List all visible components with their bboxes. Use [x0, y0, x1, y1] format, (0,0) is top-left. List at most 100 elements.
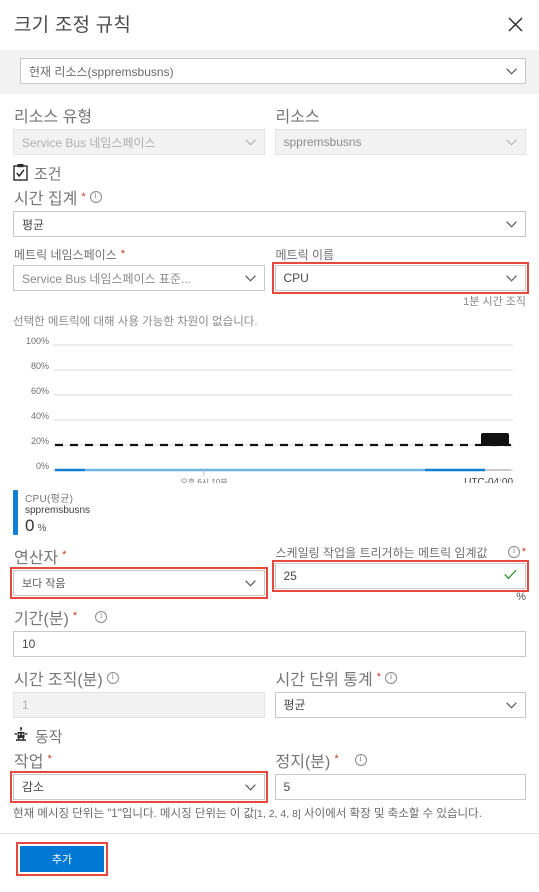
operator-highlight: 보다 작음 — [10, 566, 267, 599]
action-section-title: 동작 — [35, 728, 63, 746]
operation-label: 작업 * — [14, 748, 265, 772]
operator-label: 연산자 * — [14, 544, 265, 568]
metric-name-group: 메트릭 이름 CPU 1분 시간 조직 — [271, 246, 529, 309]
required-asterisk: * — [521, 545, 526, 558]
resource-label: 리소스 — [275, 109, 320, 126]
chevron-down-icon — [244, 780, 256, 794]
legend-series-name: CPU(평균) — [25, 494, 74, 505]
required-asterisk: * — [334, 753, 339, 766]
required-asterisk: * — [62, 549, 67, 562]
duration-label-text: 기간(분) — [14, 610, 69, 628]
info-icon[interactable] — [106, 671, 119, 684]
legend-unit: % — [37, 523, 47, 534]
time-grain-input: 1 — [13, 691, 265, 718]
robot-icon — [13, 726, 29, 746]
required-asterisk: * — [72, 610, 78, 623]
duration-input[interactable]: 10 — [13, 630, 526, 657]
info-icon[interactable] — [89, 190, 102, 203]
operation-select[interactable]: 감소 — [13, 773, 265, 800]
time-aggregation-label: 시간 집계 * — [14, 185, 526, 209]
blade-header: 크기 조정 규칙 — [0, 0, 539, 50]
add-button[interactable]: 추가 — [20, 845, 104, 872]
messaging-units-note-range: [1, 2, 4, 8] — [254, 807, 301, 820]
threshold-value: 25 — [283, 568, 297, 583]
required-asterisk: * — [376, 671, 381, 684]
resource-type-select: Service Bus 네임스페이스 — [13, 129, 265, 155]
operator-select[interactable]: 보다 작음 — [13, 569, 265, 596]
chevron-down-icon — [506, 64, 517, 78]
dimension-note: 선택한 메트릭에 대해 사용 가능한 차원이 없습니다. — [13, 316, 258, 328]
info-icon[interactable] — [354, 753, 367, 766]
operator-group: 연산자 * 보다 작음 — [10, 544, 267, 603]
cooldown-group: 정지(분) * 5 — [274, 748, 527, 800]
chevron-down-icon — [244, 271, 256, 285]
chevron-down-icon — [506, 698, 517, 712]
resource-row: 리소스 유형 Service Bus 네임스페이스 리소스 sppremsbus… — [13, 103, 526, 155]
close-button[interactable] — [501, 10, 529, 38]
operation-label-text: 작업 — [14, 753, 44, 771]
chevron-down-icon — [244, 135, 256, 149]
operator-label-text: 연산자 — [14, 549, 59, 567]
resource-select: sppremsbusns — [274, 129, 526, 155]
legend-value-row: 0 % — [25, 517, 90, 535]
resource-type-value: Service Bus 네임스페이스 — [22, 135, 156, 150]
svg-text:80%: 80% — [31, 361, 49, 371]
chart-x-tick-label: 오후 6시 10분 — [180, 478, 227, 483]
required-asterisk: * — [81, 190, 86, 203]
chevron-down-icon — [506, 217, 517, 231]
clipboard-check-icon — [13, 163, 28, 184]
cooldown-value: 5 — [283, 779, 291, 794]
chart-gridlines — [53, 344, 513, 471]
operation-highlight: 감소 — [10, 770, 267, 803]
legend-resource-name: sppremsbusns — [25, 505, 91, 516]
svg-text:60%: 60% — [31, 386, 49, 396]
metric-name-select[interactable]: CPU — [274, 265, 526, 291]
time-aggregation-label-text: 시간 집계 — [14, 191, 78, 208]
svg-text:100%: 100% — [26, 336, 49, 346]
info-icon[interactable] — [385, 671, 397, 684]
cooldown-label: 정지(분) * — [276, 748, 527, 772]
add-button-highlight: 추가 — [16, 841, 108, 876]
time-grain-group: 시간 조직(분) 1 — [13, 666, 265, 718]
chevron-down-icon — [244, 576, 256, 590]
time-grain-stat-select[interactable]: 평균 — [274, 691, 526, 718]
resource-group: 리소스 sppremsbusns — [274, 103, 526, 155]
info-icon[interactable] — [508, 545, 520, 559]
threshold-label: 스케일링 작업을 트리거하는 메트릭 임계값 * — [276, 544, 527, 561]
cooldown-input[interactable]: 5 — [274, 773, 526, 800]
criteria-section-header: 조건 — [13, 163, 526, 184]
time-aggregation-group: 시간 집계 * 평균 — [13, 185, 526, 237]
metric-namespace-group: 메트릭 네임스페이스 * Service Bus 네임스페이스 표준... — [13, 246, 265, 309]
chevron-down-icon — [506, 135, 517, 149]
metric-namespace-select[interactable]: Service Bus 네임스페이스 표준... — [13, 265, 265, 291]
cooldown-label-text: 정지(분) — [275, 753, 331, 771]
messaging-units-note: 현재 메시징 단위는 "1"입니다. 메시징 단위는 이 값[1, 2, 4, … — [13, 806, 526, 823]
metric-namespace-label-text: 메트릭 네임스페이스 — [14, 248, 117, 262]
operator-threshold-row: 연산자 * 보다 작음 스케일링 작업을 트리거하는 메트릭 임계값 i * 2… — [10, 544, 529, 603]
duration-label: 기간(분) * — [14, 605, 526, 629]
operator-value: 보다 작음 — [22, 577, 66, 590]
time-aggregation-select[interactable]: 평균 — [13, 211, 526, 237]
info-icon[interactable] — [95, 610, 108, 623]
scope-select-value: 현재 리소스(sppremsbusns) — [29, 64, 174, 79]
operation-value: 감소 — [22, 780, 45, 795]
check-icon — [504, 569, 517, 583]
chart-timezone-label: UTC-04:00 — [464, 477, 513, 483]
metric-namespace-label: 메트릭 네임스페이스 * — [14, 246, 265, 263]
required-asterisk: * — [47, 753, 52, 766]
duration-group: 기간(분) * 10 — [13, 605, 526, 657]
operation-group: 작업 * 감소 — [10, 748, 267, 803]
time-aggregation-value: 평균 — [22, 217, 45, 232]
scope-select[interactable]: 현재 리소스(sppremsbusns) — [20, 58, 526, 84]
required-asterisk: * — [120, 248, 125, 260]
legend-entry: CPU(평균) sppremsbusns 0 % — [25, 490, 90, 535]
page-title: 크기 조정 규칙 — [14, 15, 132, 36]
threshold-marker — [481, 433, 509, 446]
time-grain-stat-value: 평균 — [283, 698, 306, 713]
time-grain-hint: 1분 시간 조직 — [463, 296, 526, 308]
threshold-group: 스케일링 작업을 트리거하는 메트릭 임계값 * 25 % — [271, 544, 529, 603]
action-section-header: 동작 — [13, 726, 526, 747]
messaging-units-note-part3: 사이에서 확장 및 축소할 수 있습니다. — [300, 807, 482, 820]
scale-rule-blade: 크기 조정 규칙 현재 리소스(sppremsbusns) 리소스 유형 Ser… — [0, 0, 539, 892]
threshold-input[interactable]: 25 — [274, 562, 526, 589]
